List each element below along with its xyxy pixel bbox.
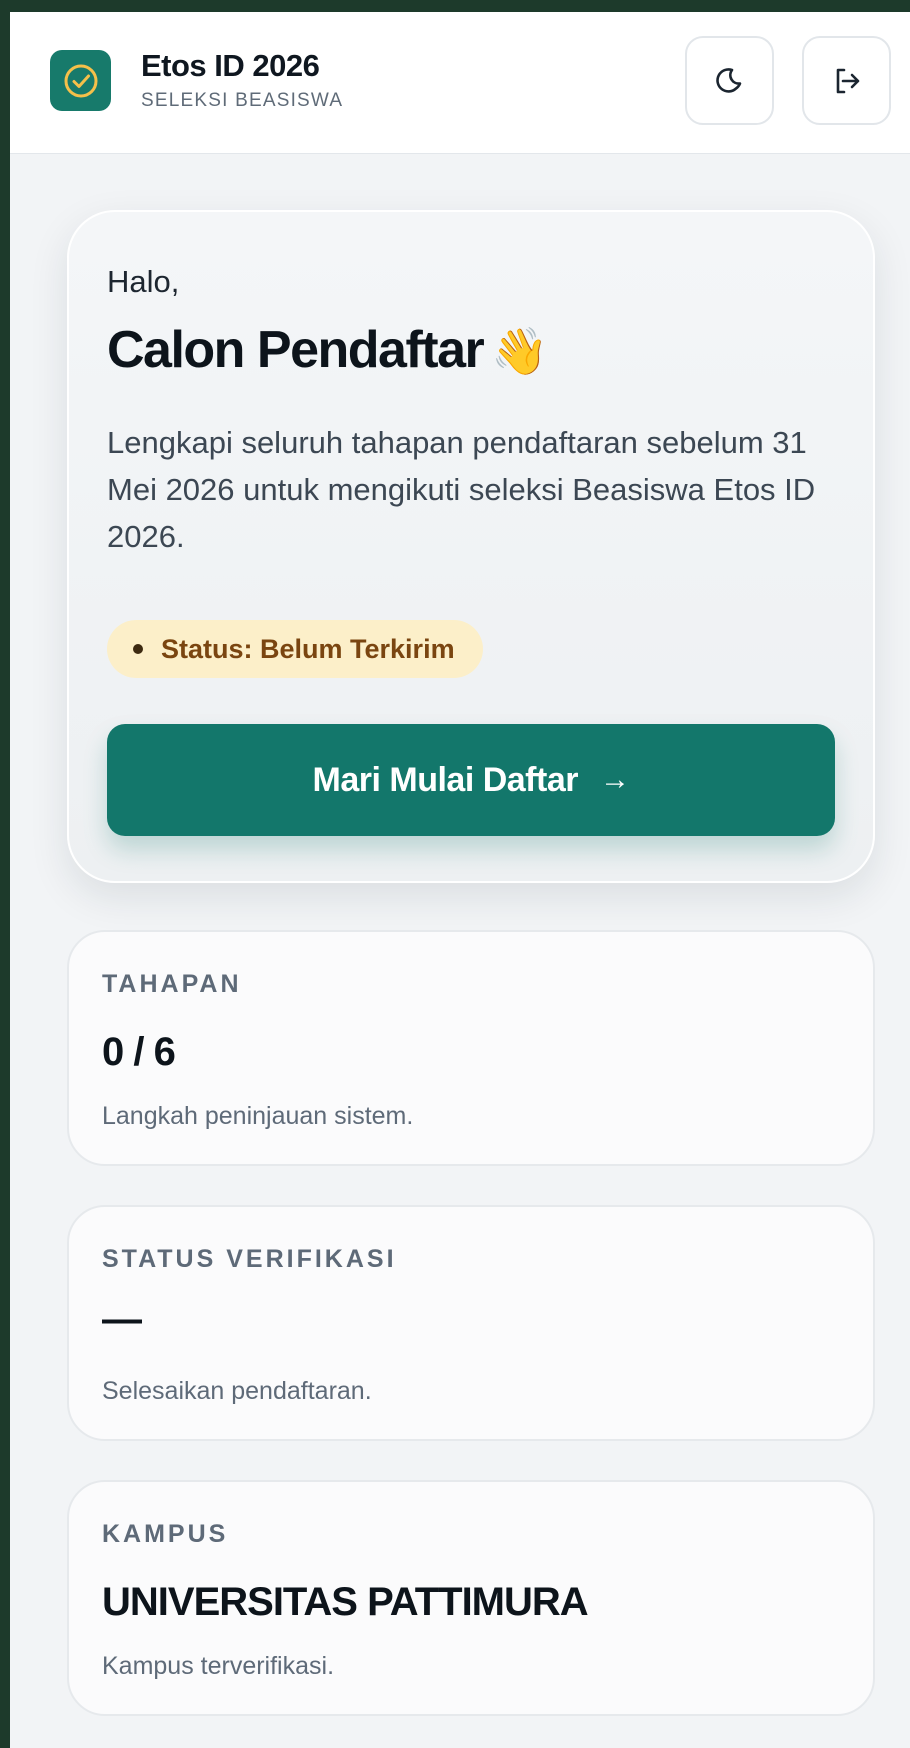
stage-note: Langkah peninjauan sistem.: [102, 1102, 414, 1130]
verification-value: —: [102, 1297, 142, 1341]
arrow-right-icon: →: [599, 763, 630, 796]
campus-card: KAMPUS UNIVERSITAS PATTIMURA Kampus terv…: [67, 1480, 875, 1716]
start-registration-label: Mari Mulai Daftar: [312, 760, 579, 799]
campus-note: Kampus terverifikasi.: [102, 1652, 335, 1680]
stage-value: 0 / 6: [102, 1030, 176, 1074]
waving-hand-icon: 👋: [491, 325, 548, 377]
greeting: Halo,: [107, 264, 180, 299]
verification-card: STATUS VERIFIKASI — Selesaikan pendaftar…: [67, 1205, 875, 1441]
check-circle-icon: [50, 50, 111, 111]
brand-subtitle: SELEKSI BEASISWA: [141, 90, 344, 111]
verification-note: Selesaikan pendaftaran.: [102, 1377, 372, 1405]
start-registration-button[interactable]: Mari Mulai Daftar →: [107, 724, 835, 836]
user-name: Calon Pendaftar: [107, 321, 485, 379]
status-badge: Status: Belum Terkirim: [107, 620, 483, 678]
campus-label: KAMPUS: [102, 1520, 229, 1548]
user-name-heading: Calon Pendaftar 👋: [107, 320, 549, 380]
stage-label: TAHAPAN: [102, 970, 242, 998]
app-screen: Etos ID 2026 SELEKSI BEASISWA Halo, Calo…: [10, 12, 910, 1748]
welcome-card: Halo, Calon Pendaftar 👋 Lengkapi seluruh …: [67, 210, 875, 883]
logout-button[interactable]: [802, 36, 891, 125]
app-header: Etos ID 2026 SELEKSI BEASISWA: [10, 12, 910, 154]
verification-label: STATUS VERIFIKASI: [102, 1245, 397, 1273]
registration-description: Lengkapi seluruh tahapan pendaftaran seb…: [107, 425, 816, 554]
stage-card: TAHAPAN 0 / 6 Langkah peninjauan sistem.: [67, 930, 875, 1166]
campus-value: UNIVERSITAS PATTIMURA: [102, 1580, 589, 1624]
logout-icon: [836, 68, 859, 93]
status-dot-icon: [133, 644, 143, 654]
brand-title: Etos ID 2026: [141, 48, 320, 83]
theme-toggle-button[interactable]: [685, 36, 774, 125]
status-badge-label: Status: Belum Terkirim: [161, 633, 455, 664]
moon-icon: [715, 67, 741, 93]
